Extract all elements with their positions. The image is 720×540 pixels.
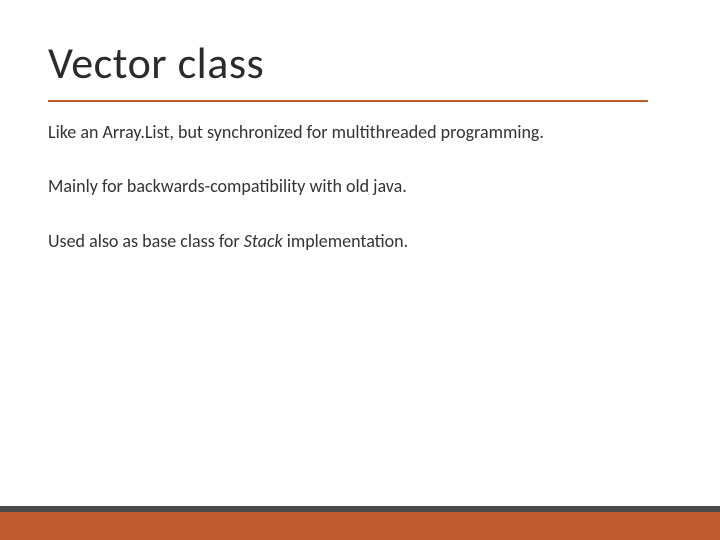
body-emphasis: Stack bbox=[244, 230, 283, 252]
footer-band bbox=[0, 512, 720, 540]
slide-footer bbox=[0, 506, 720, 540]
body-paragraph: Used also as base class for Stack implem… bbox=[48, 229, 658, 253]
body-paragraph: Like an Array.List, but synchronized for… bbox=[48, 120, 658, 144]
body-text: implementation. bbox=[283, 230, 409, 252]
slide: Vector class Like an Array.List, but syn… bbox=[0, 0, 720, 540]
body-text: Used also as base class for bbox=[48, 230, 244, 252]
body-paragraph: Mainly for backwards-compatibility with … bbox=[48, 174, 658, 198]
slide-title: Vector class bbox=[48, 36, 264, 90]
slide-body: Like an Array.List, but synchronized for… bbox=[48, 120, 658, 283]
title-underline bbox=[48, 100, 648, 102]
